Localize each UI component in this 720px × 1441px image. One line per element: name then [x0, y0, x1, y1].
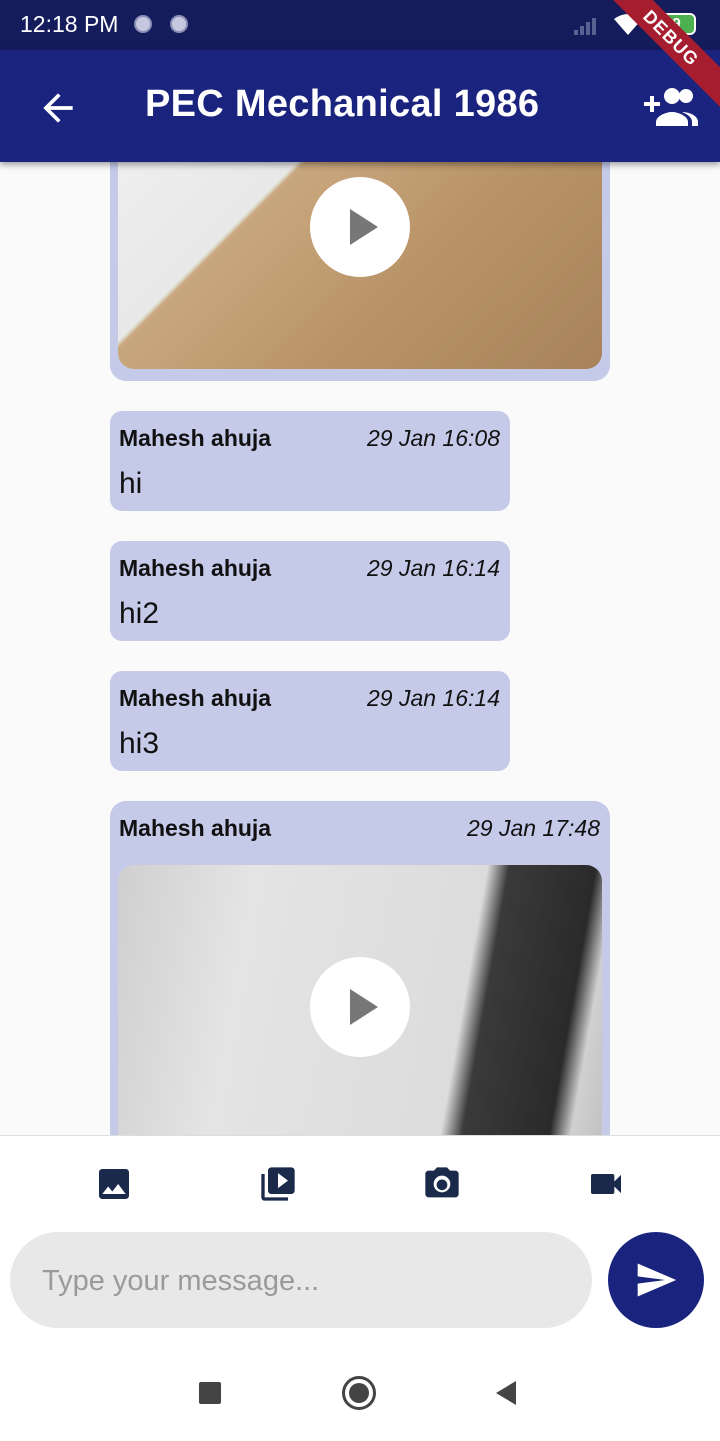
video-message [110, 162, 610, 381]
back-triangle-icon[interactable] [494, 1380, 518, 1406]
recents-square-icon[interactable] [199, 1382, 221, 1404]
text-message: Mahesh ahuja 29 Jan 16:08 hi [110, 411, 510, 511]
play-button[interactable] [310, 957, 410, 1057]
message-input[interactable] [40, 1256, 564, 1306]
message-text: hi3 [119, 727, 160, 760]
signal-icon [574, 18, 596, 35]
video-thumbnail[interactable] [118, 162, 602, 369]
message-timestamp: 29 Jan 16:14 [366, 555, 500, 581]
camera-icon[interactable] [422, 1164, 462, 1204]
sender-name: Mahesh ahuja [119, 685, 272, 711]
arrow-back-icon[interactable] [36, 86, 80, 130]
app-bar: PEC Mechanical 1986 [0, 50, 720, 162]
image-icon[interactable] [94, 1164, 134, 1204]
play-icon [350, 989, 378, 1025]
home-circle-icon[interactable] [342, 1376, 376, 1410]
videocam-icon[interactable] [586, 1164, 626, 1204]
text-message: Mahesh ahuja 29 Jan 16:14 hi3 [110, 671, 510, 771]
notification-icon [134, 15, 152, 33]
status-time: 12:18 PM [20, 11, 119, 37]
page-title: PEC Mechanical 1986 [145, 83, 540, 125]
message-input-container [10, 1232, 592, 1328]
play-icon [350, 209, 378, 245]
video-thumbnail[interactable] [118, 865, 602, 1136]
text-message: Mahesh ahuja 29 Jan 16:14 hi2 [110, 541, 510, 641]
add-group-icon[interactable] [644, 86, 698, 126]
video-library-icon[interactable] [258, 1164, 298, 1204]
message-text: hi2 [119, 597, 160, 630]
message-text: hi [119, 467, 143, 500]
sender-name: Mahesh ahuja [119, 425, 272, 451]
send-button[interactable] [608, 1232, 704, 1328]
composer-area [0, 1135, 720, 1441]
video-message: Mahesh ahuja 29 Jan 17:48 [110, 801, 610, 1136]
send-icon [637, 1263, 677, 1297]
message-timestamp: 29 Jan 16:14 [366, 685, 500, 711]
sender-name: Mahesh ahuja [119, 815, 272, 841]
message-timestamp: 29 Jan 17:48 [466, 815, 600, 841]
message-list[interactable]: Mahesh ahuja 29 Jan 16:08 hi Mahesh ahuj… [0, 162, 720, 1136]
sender-name: Mahesh ahuja [119, 555, 272, 581]
message-timestamp: 29 Jan 16:08 [366, 425, 500, 451]
play-button[interactable] [310, 177, 410, 277]
notification-icon [170, 15, 188, 33]
status-bar: 12:18 PM 89 [0, 0, 720, 50]
